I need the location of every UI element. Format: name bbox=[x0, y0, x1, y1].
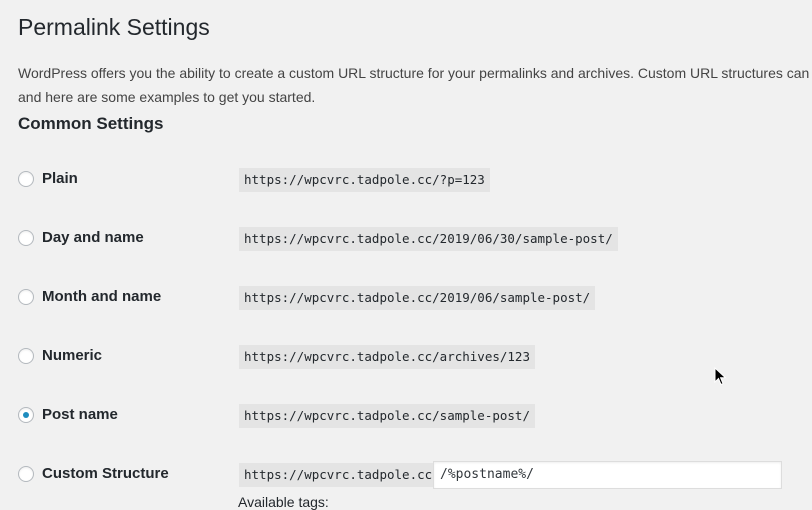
option-label[interactable]: Custom Structure bbox=[42, 465, 169, 482]
radio-month-and-name[interactable] bbox=[18, 289, 34, 305]
option-label[interactable]: Numeric bbox=[42, 347, 102, 364]
option-day-and-name: Day and name https://wpcvrc.tadpole.cc/2… bbox=[18, 227, 812, 251]
custom-structure-base-url: https://wpcvrc.tadpole.cc bbox=[239, 463, 438, 487]
option-label[interactable]: Post name bbox=[42, 406, 118, 423]
option-post-name: Post name https://wpcvrc.tadpole.cc/samp… bbox=[18, 404, 812, 428]
example-url: https://wpcvrc.tadpole.cc/?p=123 bbox=[239, 168, 490, 192]
radio-numeric[interactable] bbox=[18, 348, 34, 364]
option-custom-structure: Custom Structure https://wpcvrc.tadpole.… bbox=[18, 461, 812, 489]
page-title: Permalink Settings bbox=[18, 14, 210, 40]
radio-day-and-name[interactable] bbox=[18, 230, 34, 246]
radio-custom-structure[interactable] bbox=[18, 466, 34, 482]
option-label[interactable]: Day and name bbox=[42, 229, 144, 246]
section-title-common-settings: Common Settings bbox=[18, 114, 164, 133]
example-url: https://wpcvrc.tadpole.cc/2019/06/sample… bbox=[239, 286, 596, 310]
option-label[interactable]: Plain bbox=[42, 170, 78, 187]
option-label[interactable]: Month and name bbox=[42, 288, 161, 305]
option-month-and-name: Month and name https://wpcvrc.tadpole.cc… bbox=[18, 286, 812, 310]
radio-post-name[interactable] bbox=[18, 407, 34, 423]
intro-text: WordPress offers you the ability to crea… bbox=[18, 61, 812, 109]
option-numeric: Numeric https://wpcvrc.tadpole.cc/archiv… bbox=[18, 345, 812, 369]
option-plain: Plain https://wpcvrc.tadpole.cc/?p=123 bbox=[18, 168, 812, 192]
intro-line-2: and here are some examples to get you st… bbox=[18, 89, 316, 105]
example-url: https://wpcvrc.tadpole.cc/2019/06/30/sam… bbox=[239, 227, 618, 251]
example-url: https://wpcvrc.tadpole.cc/sample-post/ bbox=[239, 404, 535, 428]
radio-plain[interactable] bbox=[18, 171, 34, 187]
example-url: https://wpcvrc.tadpole.cc/archives/123 bbox=[239, 345, 535, 369]
custom-structure-input[interactable]: /%postname%/ bbox=[433, 461, 782, 489]
intro-line-1: WordPress offers you the ability to crea… bbox=[18, 65, 812, 81]
available-tags-label: Available tags: bbox=[238, 494, 329, 510]
mouse-cursor-icon bbox=[714, 367, 727, 386]
